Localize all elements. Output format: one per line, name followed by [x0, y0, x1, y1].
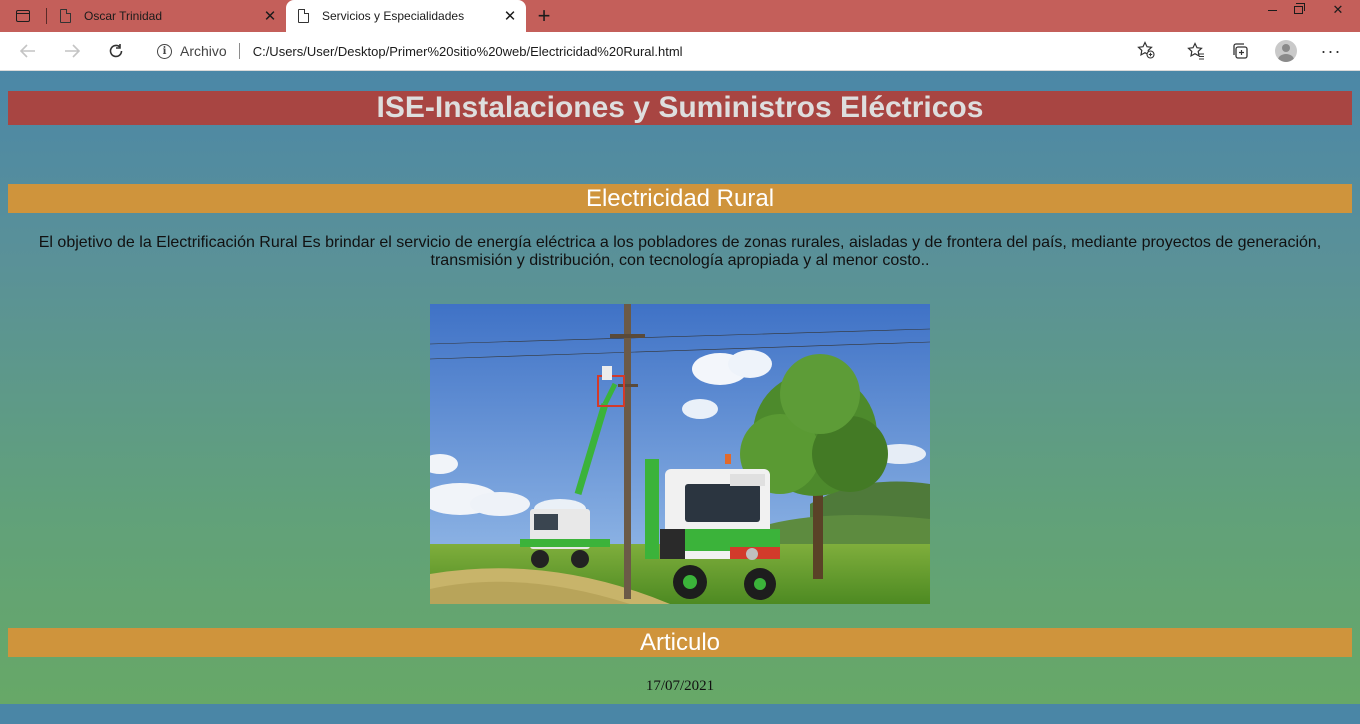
- reload-icon[interactable]: [101, 37, 131, 65]
- article-title: Articulo: [8, 628, 1352, 657]
- tab-title: Oscar Trinidad: [84, 9, 163, 23]
- document-icon: [298, 9, 309, 23]
- tab-strip: Oscar Trinidad ✕ Servicios y Especialida…: [0, 0, 1360, 32]
- page-bottom-strip: [0, 704, 1360, 724]
- profile-avatar[interactable]: [1271, 37, 1301, 65]
- favorites-icon[interactable]: [1181, 37, 1211, 65]
- site-header: ISE-Instalaciones y Suministros Eléctric…: [8, 91, 1352, 125]
- close-icon[interactable]: ✕: [260, 6, 280, 26]
- document-icon: [60, 9, 71, 23]
- close-icon[interactable]: ✕: [500, 6, 520, 26]
- tab-separator: [46, 8, 47, 24]
- site-label: Archivo: [180, 43, 227, 59]
- tab-oscar-trinidad[interactable]: Oscar Trinidad ✕: [48, 0, 286, 32]
- url-text[interactable]: C:/Users/User/Desktop/Primer%20sitio%20w…: [253, 44, 683, 59]
- article-date: 17/07/2021: [645, 678, 715, 694]
- address-bar[interactable]: i Archivo C:/Users/User/Desktop/Primer%2…: [145, 36, 1169, 66]
- section-title: Electricidad Rural: [8, 184, 1352, 213]
- collections-icon[interactable]: [1225, 37, 1255, 65]
- forward-arrow-icon[interactable]: [57, 37, 87, 65]
- back-arrow-icon[interactable]: [13, 37, 43, 65]
- tab-servicios[interactable]: Servicios y Especialidades ✕: [286, 0, 526, 32]
- page-content: ISE-Instalaciones y Suministros Eléctric…: [0, 71, 1360, 704]
- info-icon[interactable]: i: [157, 43, 172, 59]
- add-favorite-icon[interactable]: [1137, 41, 1155, 64]
- browser-toolbar: i Archivo C:/Users/User/Desktop/Primer%2…: [0, 32, 1360, 71]
- close-window-button[interactable]: ✕: [1316, 0, 1360, 20]
- omnibox-separator: [238, 43, 240, 59]
- tab-title: Servicios y Especialidades: [322, 9, 465, 23]
- tab-actions-icon[interactable]: [8, 4, 38, 28]
- restore-button[interactable]: [1283, 0, 1313, 20]
- more-menu-icon[interactable]: ···: [1316, 37, 1346, 65]
- description-paragraph: El objetivo de la Electrificación Rural …: [38, 234, 1322, 269]
- rural-electricity-photo: [430, 304, 930, 604]
- new-tab-button[interactable]: +: [533, 3, 555, 28]
